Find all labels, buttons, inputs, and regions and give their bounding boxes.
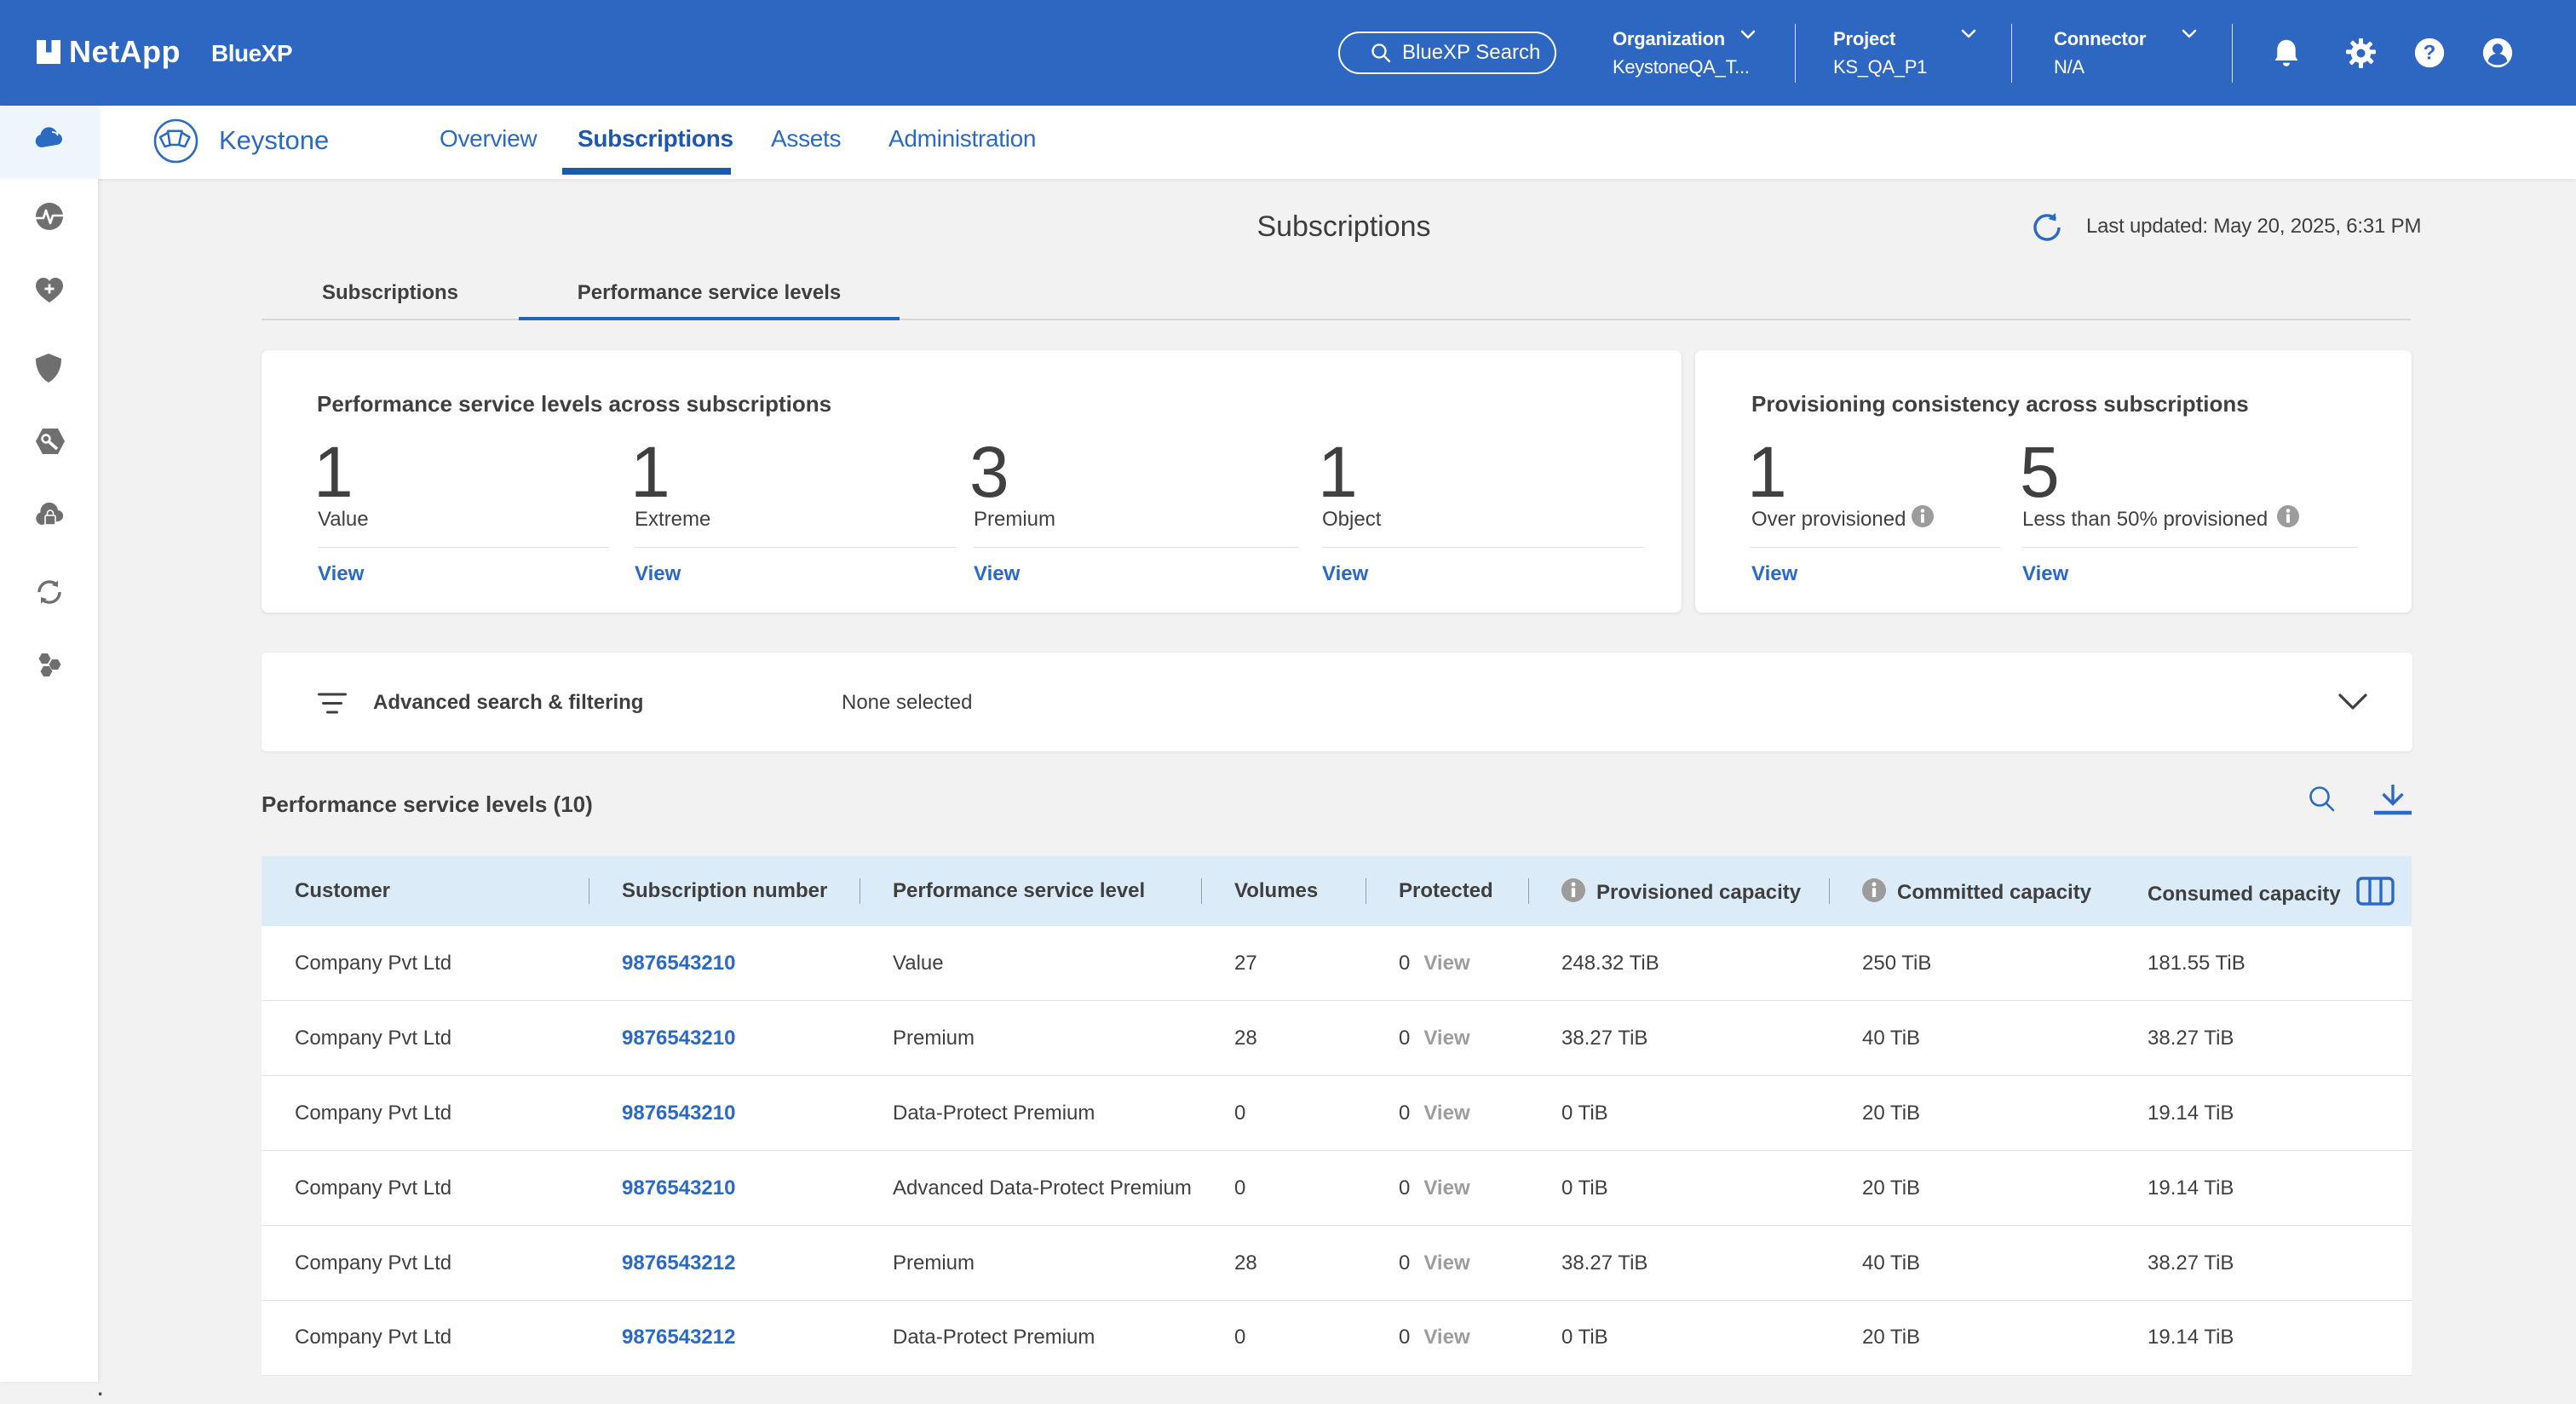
svg-text:?: ? [2424, 42, 2436, 65]
